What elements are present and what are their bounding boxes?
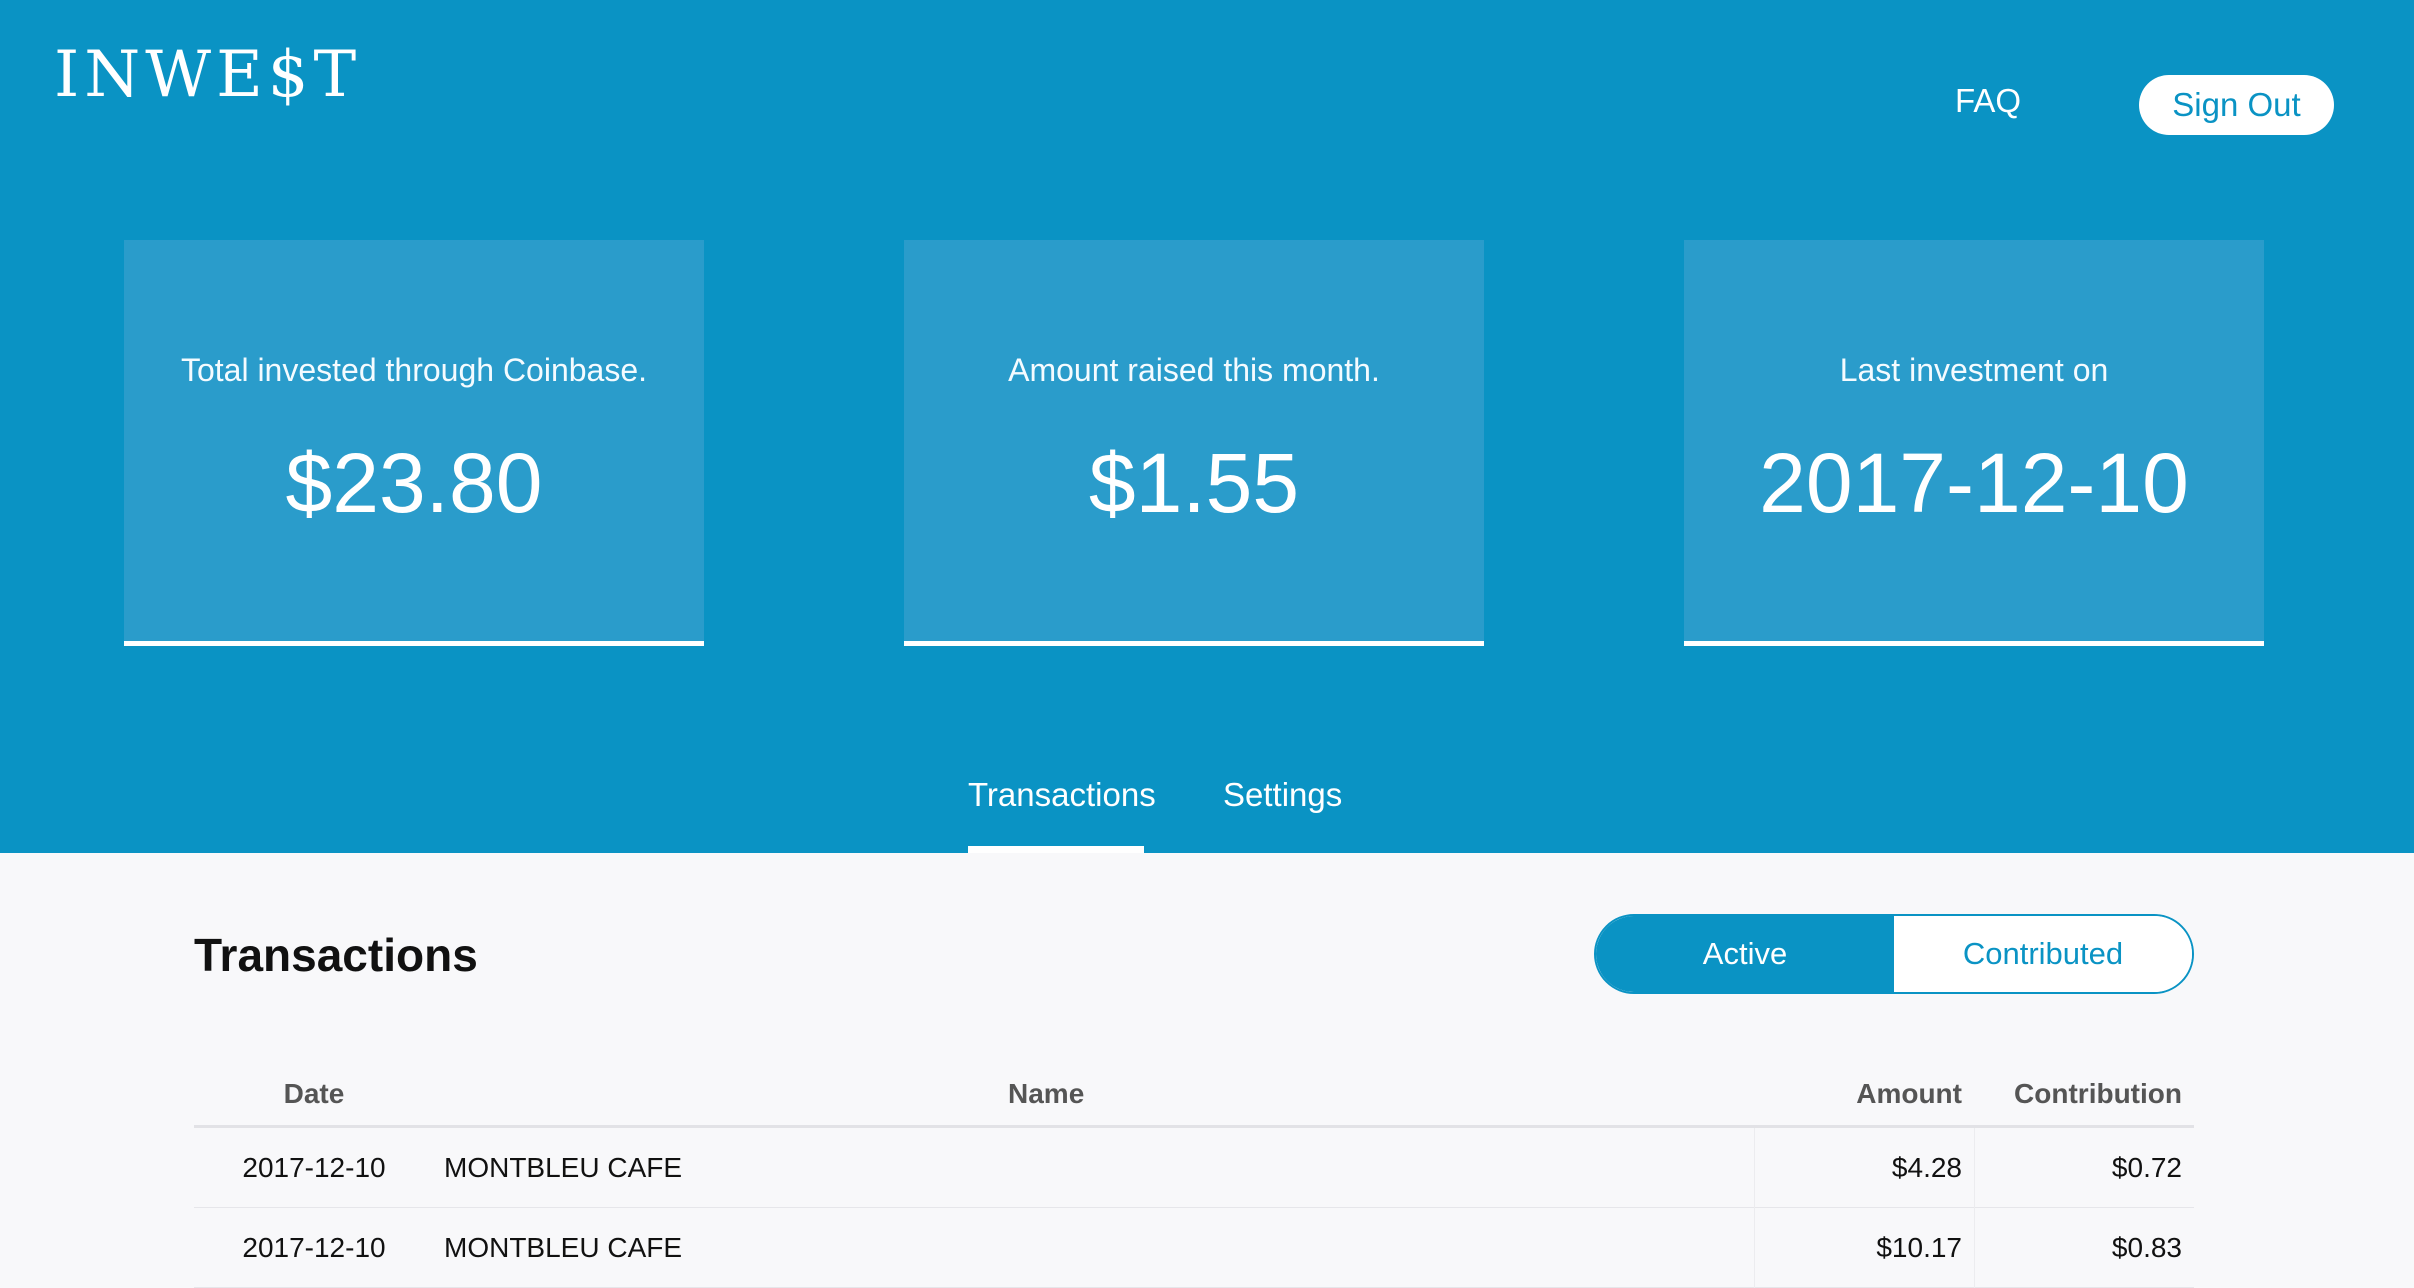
cell-name: MONTBLEU CAFE — [444, 1232, 683, 1263]
stat-card-label: Last investment on — [1839, 352, 2109, 388]
stat-card-label: Total invested through Coinbase. — [180, 352, 648, 388]
column-header-date[interactable]: Date — [194, 1078, 434, 1110]
cell-date: 2017-12-10 — [242, 1152, 386, 1183]
stat-card-label: Amount raised this month. — [1008, 352, 1380, 388]
sign-out-button[interactable]: Sign Out — [2139, 75, 2334, 135]
transactions-table: Date Name Amount Contribution 2017-12-10… — [194, 1066, 2194, 1288]
stat-card-value: $1.55 — [1088, 436, 1300, 530]
toggle-active-button[interactable]: Active — [1596, 916, 1894, 992]
table-header: Date Name Amount Contribution — [194, 1066, 2194, 1128]
cell-amount: $10.17 — [1754, 1208, 1962, 1288]
tab-transactions[interactable]: Transactions — [968, 776, 1156, 814]
toggle-contributed-button[interactable]: Contributed — [1894, 916, 2192, 992]
stat-card-amount-raised: Amount raised this month. $1.55 — [904, 240, 1484, 646]
cell-amount: $4.28 — [1754, 1128, 1962, 1208]
app-logo[interactable]: INWE$T — [54, 38, 361, 112]
stat-card-value: $23.80 — [285, 436, 543, 530]
stat-card-last-investment: Last investment on 2017-12-10 — [1684, 240, 2264, 646]
cell-name: MONTBLEU CAFE — [444, 1152, 683, 1183]
table-row[interactable]: 2017-12-10 MONTBLEU CAFE $4.28 $0.72 — [194, 1128, 2194, 1208]
stat-card-value: 2017-12-10 — [1759, 436, 2189, 530]
section-title: Transactions — [194, 929, 478, 981]
tab-settings[interactable]: Settings — [1223, 776, 1342, 814]
cell-date: 2017-12-10 — [242, 1232, 386, 1263]
column-header-amount[interactable]: Amount — [1754, 1078, 1962, 1110]
faq-link[interactable]: FAQ — [1955, 82, 2021, 120]
stat-card-total-invested: Total invested through Coinbase. $23.80 — [124, 240, 704, 646]
table-row[interactable]: 2017-12-10 MONTBLEU CAFE $10.17 $0.83 — [194, 1208, 2194, 1288]
hero-banner: INWE$T FAQ Sign Out Total invested throu… — [0, 0, 2414, 853]
cell-contribution: $0.72 — [1974, 1128, 2182, 1208]
active-tab-indicator — [968, 846, 1144, 853]
column-header-contribution[interactable]: Contribution — [1974, 1078, 2182, 1110]
cell-contribution: $0.83 — [1974, 1208, 2182, 1288]
transaction-filter-toggle: Active Contributed — [1594, 914, 2194, 994]
